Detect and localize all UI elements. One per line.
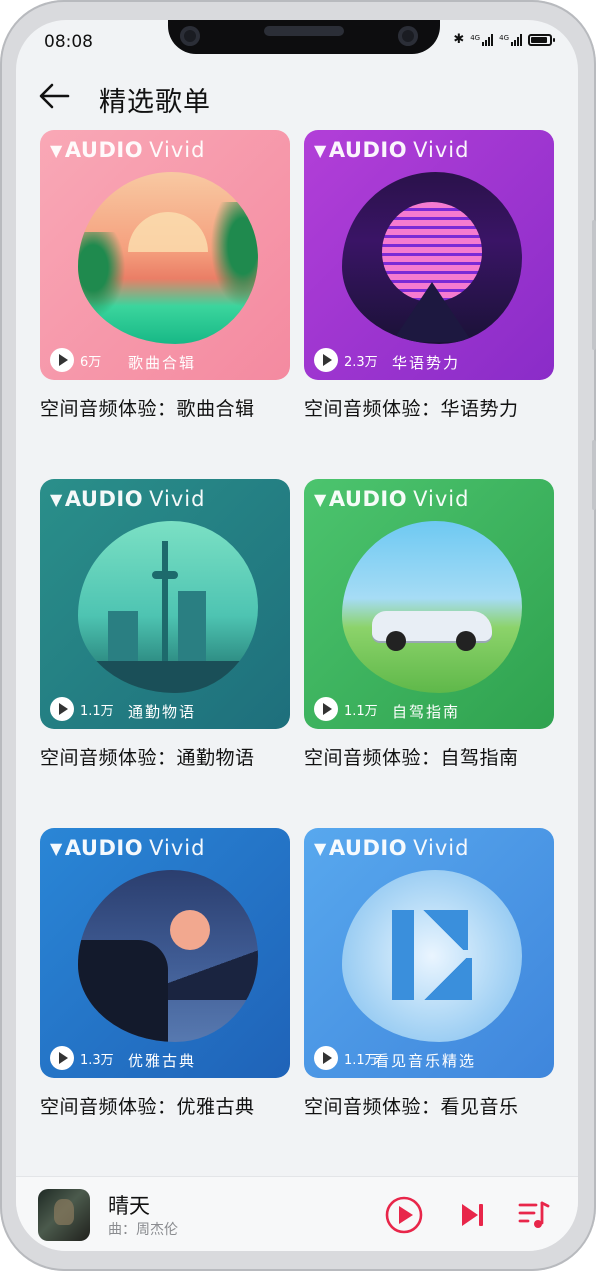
playlist-queue-icon[interactable] — [514, 1195, 554, 1235]
play-count: 6万 — [50, 348, 101, 372]
cover-label: 自驾指南 — [392, 703, 461, 721]
status-bar: 08:08 ✱ 4G 4G — [16, 20, 578, 60]
audio-vivid-logo: ▼ AUDIO Vivid — [314, 487, 470, 511]
play-icon[interactable] — [50, 1046, 74, 1070]
cover-label: 通勤物语 — [128, 703, 197, 721]
play-count-value: 2.3万 — [344, 354, 378, 370]
signal-icon: 4G — [470, 33, 494, 46]
mini-player[interactable]: 晴天 曲：周杰伦 — [16, 1176, 578, 1251]
playlist-title[interactable]: 空间音频体验：歌曲合辑 — [40, 394, 290, 421]
cover-art — [78, 870, 258, 1042]
playlist-cover[interactable]: ▼ AUDIO Vivid 1.1万 自驾指南 — [304, 479, 554, 729]
cover-art — [342, 870, 522, 1042]
cover-art — [342, 521, 522, 693]
cover-art — [78, 172, 258, 344]
play-count: 1.1万 — [50, 697, 114, 721]
album-art[interactable] — [38, 1189, 90, 1241]
cover-label: 看见音乐精选 — [374, 1052, 477, 1070]
play-icon[interactable] — [314, 1046, 338, 1070]
play-pause-button[interactable] — [384, 1195, 424, 1235]
screen: 08:08 ✱ 4G 4G 精选歌单 ▼ AUDIO Vivid 6万 歌曲合辑… — [16, 20, 578, 1251]
play-icon[interactable] — [50, 697, 74, 721]
playlist-card[interactable]: ▼ AUDIO Vivid 6万 歌曲合辑 空间音频体验：歌曲合辑 — [40, 130, 290, 421]
playlist-card[interactable]: ▼ AUDIO Vivid 1.1万 通勤物语 空间音频体验：通勤物语 — [40, 479, 290, 770]
cover-label: 优雅古典 — [128, 1052, 197, 1070]
page-title: 精选歌单 — [99, 87, 211, 118]
playlist-title[interactable]: 空间音频体验：通勤物语 — [40, 743, 290, 770]
battery-icon — [528, 33, 555, 46]
audio-vivid-logo: ▼ AUDIO Vivid — [314, 836, 470, 860]
power-button — [592, 440, 596, 510]
playlist-card[interactable]: ▼ AUDIO Vivid 1.1万 看见音乐精选 空间音频体验：看见音乐 — [304, 828, 554, 1119]
playlist-cover[interactable]: ▼ AUDIO Vivid 1.3万 优雅古典 — [40, 828, 290, 1078]
play-count: 1.3万 — [50, 1046, 114, 1070]
volume-button — [592, 220, 596, 350]
play-icon[interactable] — [314, 348, 338, 372]
status-time: 08:08 — [44, 32, 93, 52]
next-track-icon[interactable] — [452, 1195, 492, 1235]
playlist-cover[interactable]: ▼ AUDIO Vivid 2.3万 华语势力 — [304, 130, 554, 380]
song-artist: 曲：周杰伦 — [108, 1222, 178, 1238]
play-count: 2.3万 — [314, 348, 378, 372]
status-icons: ✱ 4G 4G — [453, 32, 555, 47]
cover-art — [78, 521, 258, 693]
play-count-value: 1.1万 — [344, 703, 378, 719]
audio-vivid-logo: ▼ AUDIO Vivid — [50, 487, 206, 511]
back-arrow-icon[interactable] — [36, 78, 72, 114]
playlist-title[interactable]: 空间音频体验：优雅古典 — [40, 1092, 290, 1119]
playlist-title[interactable]: 空间音频体验：看见音乐 — [304, 1092, 554, 1119]
audio-vivid-logo: ▼ AUDIO Vivid — [50, 138, 206, 162]
play-count-value: 6万 — [80, 354, 102, 370]
bluetooth-icon: ✱ — [453, 32, 465, 47]
playlist-title[interactable]: 空间音频体验：华语势力 — [304, 394, 554, 421]
playlist-card[interactable]: ▼ AUDIO Vivid 1.3万 优雅古典 空间音频体验：优雅古典 — [40, 828, 290, 1119]
play-count: 1.1万 — [314, 1046, 378, 1070]
play-count: 1.1万 — [314, 697, 378, 721]
play-icon[interactable] — [314, 697, 338, 721]
playlist-cover[interactable]: ▼ AUDIO Vivid 6万 歌曲合辑 — [40, 130, 290, 380]
playlist-cover[interactable]: ▼ AUDIO Vivid 1.1万 看见音乐精选 — [304, 828, 554, 1078]
playlist-card[interactable]: ▼ AUDIO Vivid 2.3万 华语势力 空间音频体验：华语势力 — [304, 130, 554, 421]
play-count-value: 1.3万 — [80, 1052, 114, 1068]
song-title: 晴天 — [108, 1194, 150, 1218]
play-count-value: 1.1万 — [344, 1052, 378, 1068]
cover-label: 华语势力 — [392, 354, 461, 372]
cover-art — [342, 172, 522, 344]
playlist-card[interactable]: ▼ AUDIO Vivid 1.1万 自驾指南 空间音频体验：自驾指南 — [304, 479, 554, 770]
title-bar: 精选歌单 — [16, 74, 578, 118]
signal-icon-2: 4G — [499, 33, 522, 46]
cover-label: 歌曲合辑 — [128, 354, 197, 372]
audio-vivid-logo: ▼ AUDIO Vivid — [50, 836, 206, 860]
playlist-cover[interactable]: ▼ AUDIO Vivid 1.1万 通勤物语 — [40, 479, 290, 729]
play-count-value: 1.1万 — [80, 703, 114, 719]
playlist-title[interactable]: 空间音频体验：自驾指南 — [304, 743, 554, 770]
audio-vivid-logo: ▼ AUDIO Vivid — [314, 138, 470, 162]
play-icon[interactable] — [50, 348, 74, 372]
